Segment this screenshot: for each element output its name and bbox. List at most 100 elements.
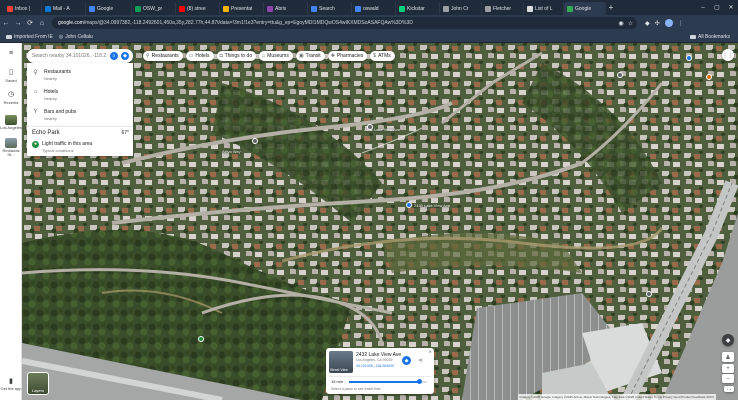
browser-tab[interactable]: Inbox ( bbox=[4, 2, 42, 15]
share-icon[interactable]: ⋖ bbox=[416, 356, 425, 365]
recent-los-angeles[interactable]: Los Angeles bbox=[0, 115, 22, 130]
reload-icon[interactable]: ⟳ bbox=[24, 19, 36, 27]
chip-pharmacies[interactable]: ✚ Pharmacies bbox=[327, 51, 368, 61]
layers-button[interactable]: Layers bbox=[27, 372, 49, 395]
browser-tab[interactable]: oswald bbox=[352, 2, 396, 15]
tab-favicon-icon bbox=[267, 5, 273, 12]
chip-atms[interactable]: $ ATMs bbox=[370, 51, 395, 61]
tab-favicon-icon bbox=[311, 5, 317, 12]
tab-label: Fletcher bbox=[493, 5, 512, 12]
area-info-card[interactable]: Echo Park 67° ● Light traffic in this ar… bbox=[27, 126, 133, 156]
suggestion-label: Bars and pubs bbox=[44, 109, 77, 115]
tab-favicon-icon bbox=[399, 5, 405, 12]
browser-tab[interactable]: Google bbox=[86, 2, 132, 15]
street-view-thumbnail[interactable]: Street View bbox=[329, 351, 353, 373]
address-bar[interactable]: google.com/maps/@34.0997382,-118.2492601… bbox=[52, 17, 637, 29]
tab-label: Google bbox=[97, 5, 114, 12]
bookmark-icon: ▯ bbox=[9, 69, 13, 76]
extensions-area: ◆ ✣ ⋮ bbox=[645, 17, 684, 29]
search-input[interactable] bbox=[32, 53, 107, 59]
browser-tab[interactable]: (8) stree bbox=[176, 2, 220, 15]
category-chips: ⚲ Restaurants ▭ Hotels ◘ Things to do ⌂ Muse… bbox=[143, 51, 395, 61]
suggestion-label: Restaurants bbox=[44, 69, 71, 75]
saved-button[interactable]: ▯ Saved bbox=[0, 67, 22, 83]
home-icon[interactable]: ⌂ bbox=[36, 20, 48, 27]
travel-hint: Select a place to see travel time bbox=[331, 387, 381, 391]
extension-icon[interactable]: ◆ bbox=[645, 20, 650, 27]
new-tab-button[interactable]: + bbox=[606, 3, 616, 12]
place-coordinates[interactable]: 34.101026, -118.264930 bbox=[356, 364, 394, 368]
all-bookmarks[interactable]: All Bookmarks bbox=[690, 31, 730, 43]
directions-icon[interactable]: ◆ bbox=[121, 52, 129, 60]
park-pin[interactable] bbox=[198, 336, 204, 342]
browser-tab[interactable]: OSW_pr bbox=[132, 2, 176, 15]
profile-avatar[interactable] bbox=[664, 19, 673, 27]
tab-label: oswald bbox=[363, 5, 379, 12]
place-pin[interactable] bbox=[646, 291, 652, 297]
browser-tab[interactable]: Presentat bbox=[220, 2, 264, 15]
menu-icon[interactable]: ⋮ bbox=[678, 20, 684, 27]
zoom-in-button[interactable]: + bbox=[722, 364, 734, 373]
search-icon[interactable]: ⌕ bbox=[110, 52, 118, 60]
place-pin[interactable] bbox=[617, 72, 623, 78]
browser-tab[interactable]: Abris bbox=[264, 2, 308, 15]
bookmark-user[interactable]: ◎ John Cellalu bbox=[59, 34, 93, 40]
get-app-button[interactable]: ▮ Get the app bbox=[0, 376, 22, 391]
bookmark-star-icon[interactable]: ☆ bbox=[628, 20, 633, 27]
place-pin[interactable] bbox=[367, 124, 373, 130]
travel-time-slider[interactable] bbox=[349, 379, 427, 384]
suggestion-restaurants[interactable]: ⚲ Restaurants Nearby bbox=[27, 65, 133, 85]
suggestion-hotels[interactable]: ⌂ Hotels Nearby bbox=[27, 85, 133, 105]
bookmarks-bar: Imported From IE ◎ John Cellalu All Book… bbox=[0, 31, 738, 43]
phone-icon: ▮ bbox=[9, 378, 13, 385]
browser-tab[interactable]: Search bbox=[308, 2, 352, 15]
pegman-icon[interactable]: ♟ bbox=[722, 352, 734, 362]
restaurant-pin[interactable] bbox=[706, 74, 712, 80]
street-label: Altivo Way bbox=[222, 149, 241, 154]
forward-icon[interactable]: → bbox=[12, 20, 24, 27]
chip-museums[interactable]: ⌂ Museums bbox=[259, 51, 293, 61]
transit-pin[interactable] bbox=[686, 55, 692, 61]
suggestion-bars[interactable]: Y Bars and pubs Nearby bbox=[27, 105, 133, 125]
minimize-icon[interactable]: – bbox=[696, 5, 710, 11]
browser-tab[interactable]: List of L bbox=[524, 2, 564, 15]
close-window-icon[interactable]: ✕ bbox=[724, 4, 738, 11]
area-temperature: 67° bbox=[121, 130, 129, 136]
directions-button[interactable]: ◆ bbox=[402, 356, 411, 365]
zoom-out-button[interactable]: – bbox=[722, 374, 734, 383]
browser-tab[interactable]: Kickstar bbox=[396, 2, 440, 15]
chip-hotels[interactable]: ▭ Hotels bbox=[185, 51, 214, 61]
puzzle-icon[interactable]: ✣ bbox=[655, 20, 660, 27]
location-icon[interactable]: ◉ bbox=[618, 20, 623, 27]
rail-label: Recents bbox=[3, 100, 19, 105]
tab-favicon-icon bbox=[355, 5, 361, 12]
tab-label: Mail - A bbox=[53, 5, 70, 12]
chip-things-to-do[interactable]: ◘ Things to do bbox=[216, 51, 257, 61]
tab-favicon-icon bbox=[485, 5, 491, 12]
chip-transit[interactable]: ▣ Transit bbox=[295, 51, 325, 61]
fork-knife-icon: ⚲ bbox=[146, 53, 150, 59]
compass-icon[interactable]: ◆ bbox=[722, 334, 734, 346]
browser-tab[interactable]: Google bbox=[564, 2, 606, 15]
recents-button[interactable]: ◷ Recents bbox=[0, 89, 22, 105]
selected-location-pin[interactable] bbox=[406, 202, 412, 208]
search-box[interactable]: ⌕ ◆ bbox=[27, 49, 133, 63]
maximize-icon[interactable]: ▢ bbox=[710, 4, 724, 11]
apps-grid-icon[interactable]: ⋮⋮ bbox=[722, 49, 734, 61]
rail-label: Los Angeles bbox=[0, 125, 22, 130]
place-card[interactable]: Street View 2432 Lake View Ave Los Angel… bbox=[326, 348, 434, 394]
browser-tab[interactable]: Fletcher bbox=[482, 2, 524, 15]
chip-restaurants[interactable]: ⚲ Restaurants bbox=[143, 51, 183, 61]
globe-icon: ◎ bbox=[58, 33, 64, 40]
tilt-3d-button[interactable]: ⛶ bbox=[724, 386, 734, 392]
menu-button[interactable]: ≡ bbox=[0, 48, 22, 59]
tab-favicon-icon bbox=[135, 5, 141, 12]
place-pin[interactable] bbox=[252, 138, 258, 144]
recent-redlands[interactable]: Redlands Hi... bbox=[0, 138, 22, 157]
close-icon[interactable]: ✕ bbox=[429, 349, 432, 354]
slider-handle[interactable] bbox=[417, 379, 423, 384]
browser-tab[interactable]: Mail - A bbox=[42, 2, 86, 15]
browser-tab[interactable]: John Cr bbox=[440, 2, 482, 15]
back-icon[interactable]: ← bbox=[0, 20, 12, 27]
bookmark-imported[interactable]: Imported From IE bbox=[6, 34, 53, 40]
